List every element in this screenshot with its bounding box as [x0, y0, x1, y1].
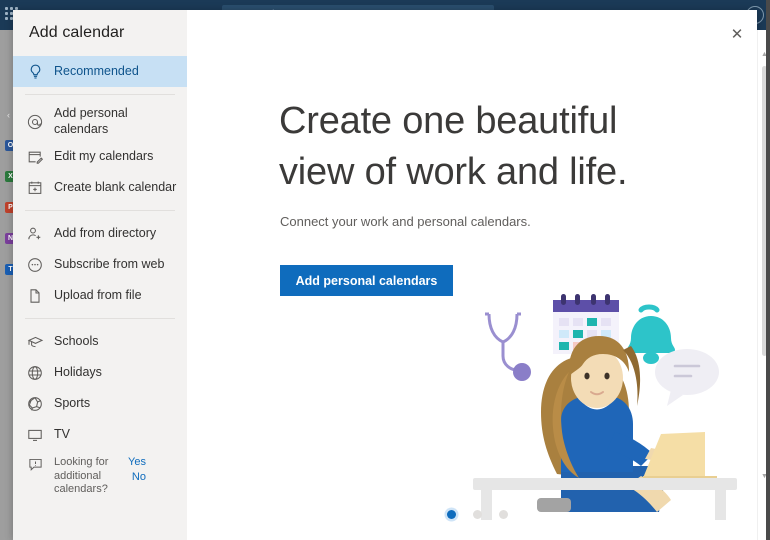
rail-collapse-chevron-icon[interactable]: ‹: [7, 110, 10, 120]
sidebar-item-label: TV: [54, 427, 70, 443]
sidebar-item-label: Recommended: [54, 64, 139, 80]
page-subtitle: Connect your work and personal calendars…: [280, 214, 531, 229]
sidebar-item-label: Add from directory: [54, 226, 156, 242]
sidebar-item-holidays[interactable]: Holidays: [13, 357, 187, 388]
globe-icon: [25, 364, 45, 382]
carousel-dot-1[interactable]: [447, 510, 456, 519]
sidebar-item-add-personal-calendars[interactable]: Add personal calendars: [13, 102, 187, 141]
sidebar-item-label: Holidays: [54, 365, 102, 381]
add-calendar-dialog: Add calendar Recommended: [13, 10, 757, 540]
page-title: Create one beautiful view of work and li…: [279, 96, 679, 197]
subscribe-icon: [25, 256, 45, 274]
sidebar-item-create-blank-calendar[interactable]: Create blank calendar: [13, 172, 187, 203]
graduation-cap-icon: [25, 333, 45, 351]
lightbulb-icon: [25, 63, 45, 81]
file-upload-icon: [25, 287, 45, 305]
dialog-sidebar: Add calendar Recommended: [13, 10, 187, 540]
sidebar-divider: [25, 94, 175, 95]
sidebar-item-label: Sports: [54, 396, 90, 412]
sidebar-divider: [25, 318, 175, 319]
person-add-icon: [25, 225, 45, 243]
chat-bubble-shape: [655, 349, 719, 406]
sidebar-item-label: Upload from file: [54, 288, 142, 304]
sports-ball-icon: [25, 395, 45, 413]
sidebar-item-label: Schools: [54, 334, 98, 350]
calendar-plus-icon: [25, 179, 45, 197]
window-right-edge: [766, 0, 770, 540]
monitor-icon: [25, 426, 45, 444]
feedback-prompt: Looking for additional calendars? Yes No: [13, 450, 187, 500]
sidebar-item-tv[interactable]: TV: [13, 419, 187, 450]
sidebar-item-edit-my-calendars[interactable]: Edit my calendars: [13, 141, 187, 172]
dialog-main-panel: ✕ Create one beautiful view of work and …: [187, 10, 757, 540]
stethoscope-shape: [485, 314, 521, 370]
sidebar-item-recommended[interactable]: Recommended: [13, 56, 187, 87]
carousel-dots: [447, 510, 508, 519]
sidebar-item-subscribe-from-web[interactable]: Subscribe from web: [13, 249, 187, 280]
feedback-no-link[interactable]: No: [128, 471, 146, 484]
sidebar-item-label: Create blank calendar: [54, 180, 176, 196]
at-sign-icon: [25, 113, 45, 131]
woman-at-desk-with-laptop-illustration: [465, 280, 745, 520]
sidebar-item-sports[interactable]: Sports: [13, 388, 187, 419]
sidebar-item-label: Subscribe from web: [54, 257, 164, 273]
edit-calendar-icon: [25, 148, 45, 166]
sidebar-item-add-from-directory[interactable]: Add from directory: [13, 218, 187, 249]
feedback-icon: [25, 457, 45, 473]
sidebar-divider: [25, 210, 175, 211]
sidebar-item-label: Add personal calendars: [54, 106, 179, 137]
close-icon[interactable]: ✕: [726, 23, 748, 45]
sidebar-item-upload-from-file[interactable]: Upload from file: [13, 280, 187, 311]
carousel-dot-2[interactable]: [473, 510, 482, 519]
sidebar-nav: Recommended Add personal calendars: [13, 56, 187, 500]
sidebar-item-label: Edit my calendars: [54, 149, 153, 165]
add-personal-calendars-button[interactable]: Add personal calendars: [280, 265, 453, 296]
stethoscope-chestpiece: [513, 363, 531, 381]
dialog-title: Add calendar: [29, 24, 125, 42]
feedback-yes-link[interactable]: Yes: [128, 456, 146, 469]
feedback-question: Looking for additional calendars?: [54, 456, 128, 496]
carousel-dot-3[interactable]: [499, 510, 508, 519]
screen: Search Meet now ‹ O X P N T Add calend: [0, 0, 770, 540]
feedback-answers: Yes No: [128, 456, 152, 484]
sidebar-item-schools[interactable]: Schools: [13, 326, 187, 357]
